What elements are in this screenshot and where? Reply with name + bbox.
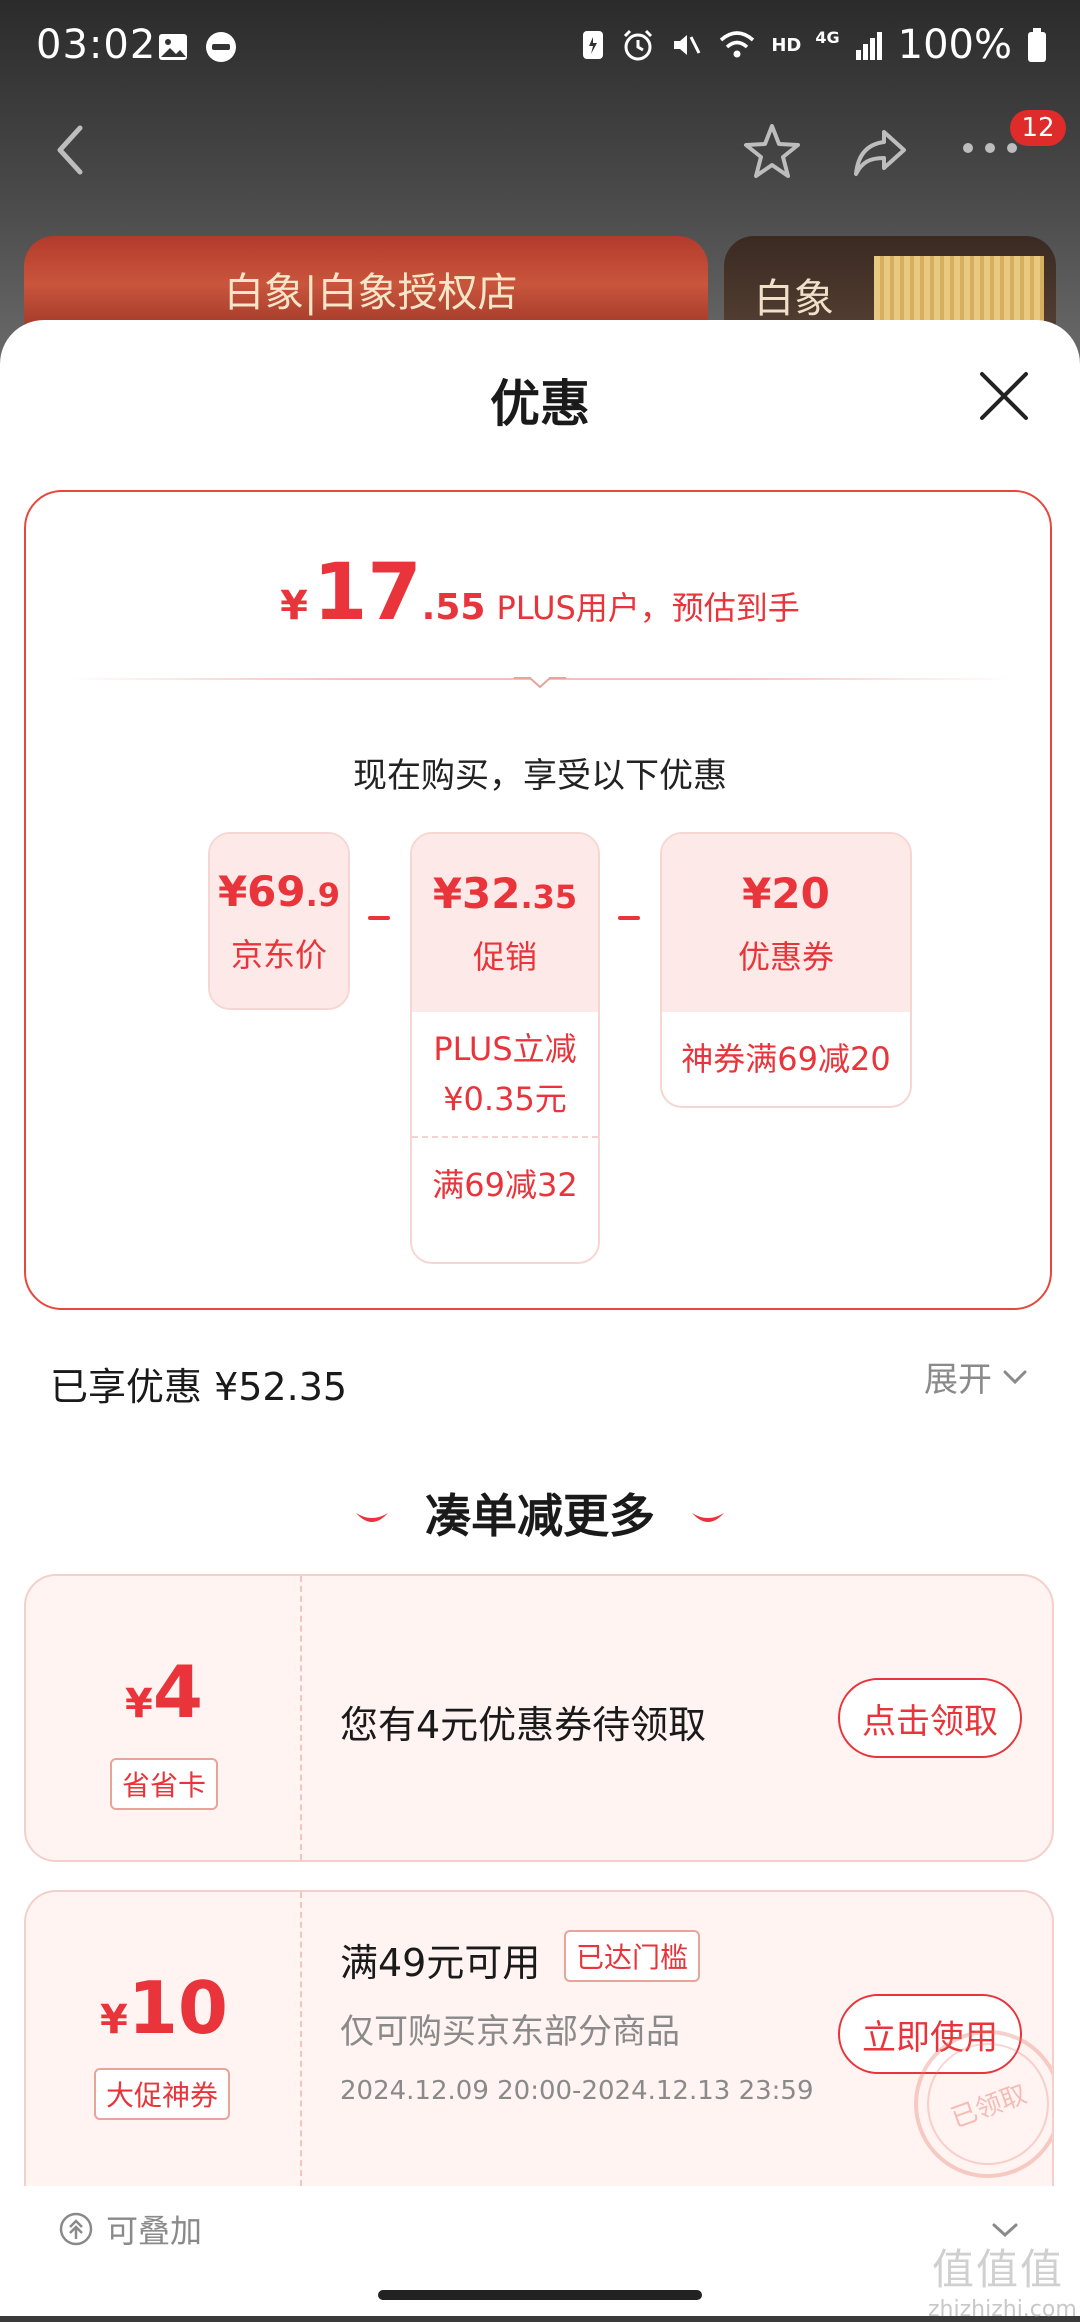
discount-sheet: 优惠 ¥ 17.55 PLUS用户，预估到手 现在购买，享受以下优惠 ¥69.9… (0, 320, 1080, 2316)
section-title: 凑单减更多 (0, 1480, 1080, 1546)
battery-saver-icon (583, 31, 604, 59)
section-title-text: 凑单减更多 (425, 1489, 655, 1543)
jd-price-label: 京东价 (230, 935, 327, 974)
estimated-price-card: ¥ 17.55 PLUS用户，预估到手 现在购买，享受以下优惠 ¥69.9 京东… (24, 490, 1052, 1310)
coupon-box: ¥20 优惠券 神券满69减20 (660, 832, 912, 1108)
jd-price-top: ¥69.9 京东价 (210, 834, 348, 1008)
coupon-value: ¥10 (26, 1966, 302, 2050)
smile-decoration-icon (355, 1512, 388, 1522)
jd-price-amount: ¥69.9 (218, 867, 340, 916)
close-icon[interactable] (978, 370, 1030, 422)
price-integer: 17 (313, 548, 422, 638)
claim-coupon-button[interactable]: 点击领取 (838, 1678, 1022, 1758)
buy-subtitle: 现在购买，享受以下优惠 (353, 756, 727, 796)
estimated-price: ¥ 17.55 PLUS用户，预估到手 (26, 548, 1054, 638)
coupon-amount-number: 10 (127, 1966, 229, 2050)
jd-price-int: ¥69 (217, 866, 306, 916)
message-count-badge: 12 (1010, 110, 1066, 146)
mute-icon (674, 35, 701, 55)
divider-notch (514, 677, 566, 688)
expand-button[interactable]: 展开 (924, 1352, 1028, 1401)
plus-discount-line1: PLUS立减 (433, 1030, 577, 1068)
coupon-symbol: ¥ (99, 1997, 128, 2043)
status-time: 03:02 (36, 22, 157, 68)
promotion-dec: .35 (520, 877, 578, 916)
plus-discount-detail: PLUS立减 ¥0.35元 (412, 1012, 598, 1136)
enjoyed-discount-total: 已享优惠 ¥52.35 (50, 1365, 348, 1409)
product-thumbnail-text: 白象 (754, 276, 834, 322)
jd-price-box: ¥69.9 京东价 (208, 832, 350, 1010)
share-icon[interactable] (850, 122, 910, 182)
stackable-row[interactable]: 可叠加 (58, 2206, 202, 2252)
plus-discount-line2: ¥0.35元 (443, 1080, 567, 1118)
minus-sign (618, 916, 640, 920)
promotion-top: ¥32.35 促销 (412, 834, 598, 1012)
coupon-value: ¥4 (26, 1650, 302, 1734)
wifi-icon (720, 31, 755, 58)
coupon-scope: 仅可购买京东部分商品 (340, 2012, 680, 2052)
coupon-symbol: ¥ (125, 1681, 153, 1727)
coupon-tag: 大促神券 (94, 2068, 231, 2120)
shop-banner-text: 白象|白象授权店 (224, 270, 518, 316)
jd-price-dec: .9 (305, 875, 341, 914)
status-left-icons (156, 30, 238, 64)
price-label: PLUS用户，预估到手 (496, 589, 800, 627)
favorite-star-icon[interactable] (740, 120, 804, 184)
coupon-top: ¥20 优惠券 (662, 834, 910, 1012)
watermark-logo: 值值值 (931, 2245, 1064, 2294)
price-decimal: .55 (421, 587, 486, 628)
threshold-reached-badge: 已达门槛 (564, 1930, 701, 1982)
coupon-detail: 神券满69减20 (681, 1040, 891, 1078)
gallery-icon (159, 34, 187, 60)
more-icon[interactable] (960, 140, 1020, 156)
status-right: HD 4G 100% (579, 22, 1048, 68)
currency-symbol: ¥ (280, 583, 309, 629)
coupon-amount-number: 4 (152, 1650, 203, 1734)
network-label: 4G (815, 27, 840, 47)
back-icon[interactable] (50, 120, 90, 180)
promotion-label: 促销 (472, 937, 537, 976)
gesture-bar[interactable] (378, 2290, 702, 2300)
coupon-label: 优惠券 (737, 937, 834, 976)
coupon-left: ¥4 省省卡 (26, 1576, 302, 1860)
promotion-int: ¥32 (432, 868, 521, 918)
chevron-down-icon (1003, 1370, 1027, 1384)
signal-icon (855, 32, 882, 60)
battery-percent: 100% (897, 22, 1012, 68)
battery-icon (1028, 28, 1046, 62)
minus-sign (368, 916, 390, 920)
expand-label: 展开 (924, 1360, 992, 1400)
sheet-title: 优惠 (490, 375, 590, 433)
coupon-validity-date: 2024.12.09 20:00-2024.12.13 23:59 (340, 2076, 814, 2106)
coupon-condition: 满49元可用 (340, 1941, 541, 1985)
smile-decoration-icon (692, 1512, 725, 1522)
stackable-label: 可叠加 (106, 2212, 203, 2250)
coupon-card: ¥4 省省卡 您有4元优惠券待领取 点击领取 (24, 1574, 1054, 1862)
coupon-tag: 省省卡 (110, 1758, 219, 1810)
hd-label: HD (771, 34, 802, 56)
promotion-box: ¥32.35 促销 PLUS立减 ¥0.35元 满69减32 (410, 832, 600, 1264)
coupon-amount: ¥20 (742, 868, 830, 918)
alarm-icon (624, 29, 653, 61)
coupon-left: ¥10 大促神券 (26, 1892, 302, 2186)
stack-icon (59, 2212, 93, 2246)
coupon-card: ¥10 大促神券 满49元可用 已达门槛 仅可购买京东部分商品 2024.12.… (24, 1890, 1054, 2186)
product-nav-bar: 12 (0, 110, 1080, 190)
coupon-description: 您有4元优惠券待领取 (340, 1703, 707, 1747)
promo-detail: 满69减32 (412, 1136, 598, 1232)
promotion-amount: ¥32.35 (433, 869, 577, 918)
watermark-url: zhizhizhi.com (928, 2297, 1077, 2322)
watermark: 值值值 zhizhizhi.com (928, 2236, 1077, 2322)
dnd-icon (206, 32, 236, 62)
status-bar: 03:02 HD 4G 100% (0, 0, 1080, 96)
